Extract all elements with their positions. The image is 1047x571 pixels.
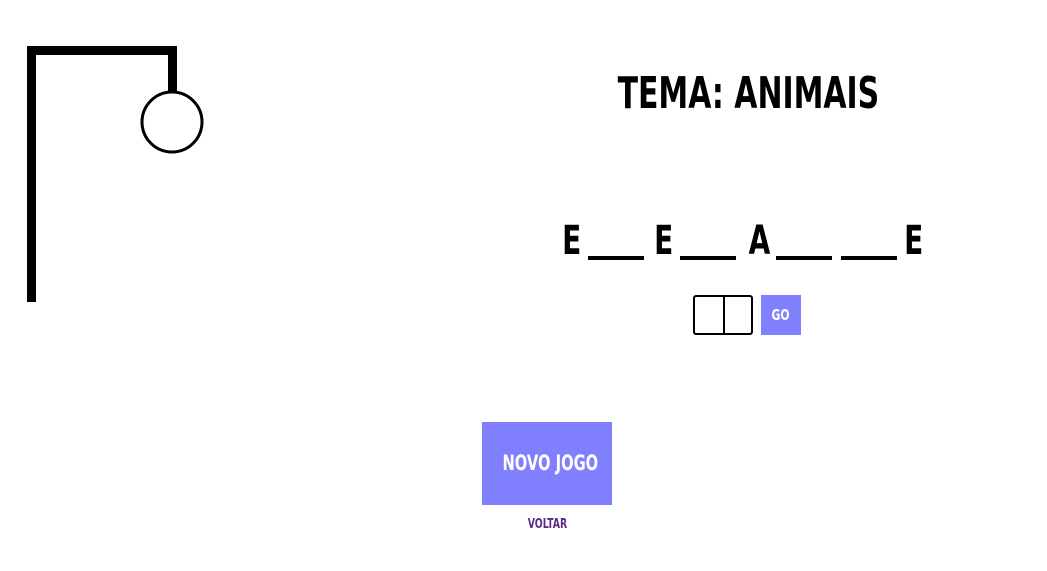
word-blank	[588, 212, 644, 260]
hangman-head	[140, 90, 204, 154]
word-letter: A	[744, 212, 771, 272]
word-letter: E	[558, 212, 582, 272]
theme-title-text: TEMA: ANIMAIS	[617, 68, 879, 119]
go-button-label: GO	[771, 306, 791, 324]
go-button[interactable]: GO	[761, 295, 801, 335]
gallows-beam	[27, 46, 177, 55]
word-blank	[680, 212, 736, 260]
word-display: EEAE	[548, 212, 948, 272]
gallows-rope	[168, 46, 177, 92]
word-blank	[776, 212, 832, 260]
back-link[interactable]: VOLTAR	[497, 515, 597, 535]
gallows	[27, 46, 177, 302]
word-letter-text: E	[904, 218, 924, 264]
word-letter-text: E	[654, 218, 674, 264]
word-letter-text: A	[748, 218, 771, 264]
word-letter: E	[900, 212, 924, 272]
new-game-button[interactable]: NOVO JOGO	[482, 422, 612, 505]
word-blank	[841, 212, 897, 260]
word-letter-text: E	[562, 218, 582, 264]
hangman-game: TEMA: ANIMAIS E E A E GO NOVO JOGO VOLTAR	[0, 0, 1047, 571]
gallows-drawing	[27, 46, 204, 302]
word-letter: E	[650, 212, 674, 272]
gallows-post	[27, 46, 36, 302]
back-link-label: VOLTAR	[527, 517, 567, 532]
new-game-button-label: NOVO JOGO	[502, 451, 599, 475]
input-divider	[723, 297, 725, 333]
theme-title: TEMA: ANIMAIS	[548, 66, 948, 122]
